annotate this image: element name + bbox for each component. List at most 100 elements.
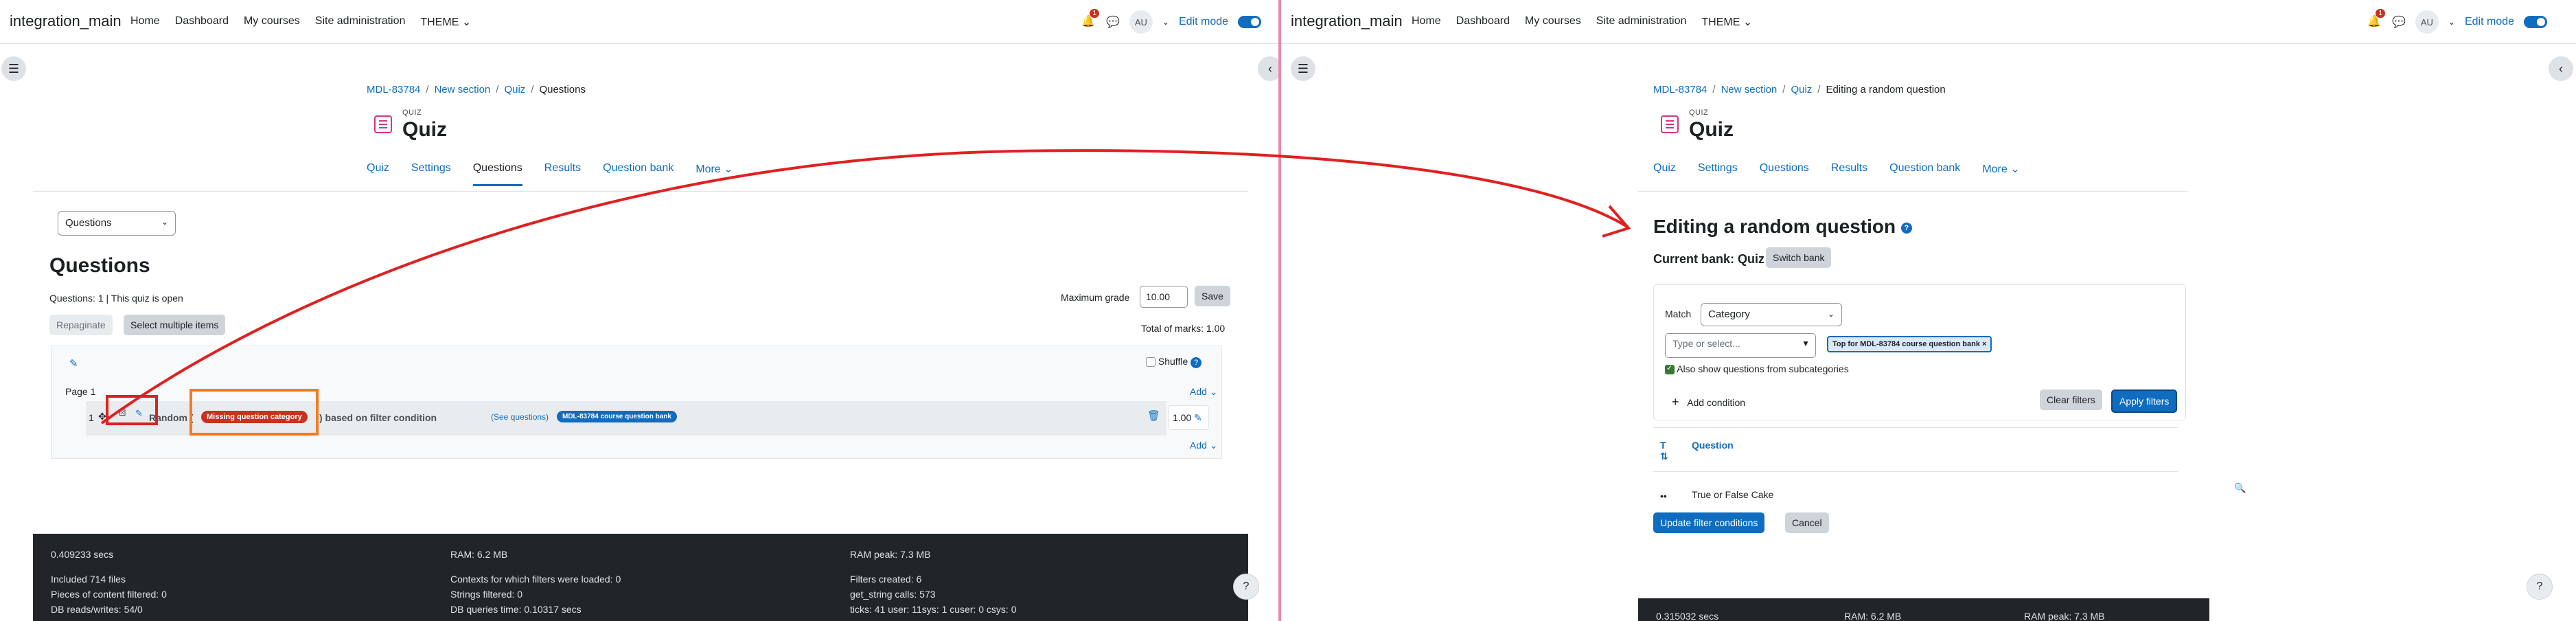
message-icon[interactable]: 💬: [1106, 15, 1120, 29]
activity-kicker: QUIZ: [402, 109, 422, 117]
see-questions-link[interactable]: (See questions): [491, 412, 549, 422]
bell-icon[interactable]: 🔔 1: [1081, 9, 1099, 30]
cancel-button[interactable]: Cancel: [1785, 512, 1829, 533]
question-bank-badge: MDL-83784 course question bank: [557, 411, 677, 422]
open-block-drawer-button[interactable]: ‹: [2549, 56, 2573, 81]
nav-theme[interactable]: THEME ⌄: [1701, 15, 1752, 29]
tab-questions[interactable]: Questions: [472, 162, 522, 186]
match-select[interactable]: Category ⌄: [1701, 303, 1842, 326]
avatar[interactable]: AU: [1129, 10, 1153, 34]
chevron-down-icon[interactable]: ⌄: [2448, 17, 2455, 27]
nav-site-admin[interactable]: Site administration: [1596, 15, 1687, 29]
footer-ram: RAM: 6.2 MB: [450, 549, 508, 560]
edit-mode-toggle[interactable]: [1238, 16, 1262, 28]
category-chip[interactable]: Top for MDL-83784 course question bank ×: [1827, 336, 1992, 352]
update-filter-button[interactable]: Update filter conditions: [1653, 512, 1765, 533]
tab-questions[interactable]: Questions: [1760, 162, 1809, 185]
question-column-header[interactable]: Question: [1692, 440, 1734, 451]
tab-quiz[interactable]: Quiz: [1653, 162, 1676, 185]
nav-home[interactable]: Home: [130, 15, 160, 29]
table-header-rule: [1653, 471, 2178, 472]
breadcrumb-course[interactable]: MDL-83784: [1653, 84, 1707, 95]
question-name: True or False Cake: [1692, 489, 1774, 500]
nav-home[interactable]: Home: [1412, 15, 1441, 29]
breadcrumb-course[interactable]: MDL-83784: [367, 84, 420, 95]
help-button[interactable]: ?: [1233, 574, 1259, 600]
tab-settings[interactable]: Settings: [1698, 162, 1738, 185]
quiz-icon: [1661, 115, 1679, 133]
subcategories-option[interactable]: Also show questions from subcategories: [1665, 363, 1849, 375]
breadcrumb: MDL-83784/ New section / Quiz / Questions: [367, 84, 586, 95]
edit-mode-label: Edit mode: [2464, 16, 2515, 27]
close-icon: ×: [1982, 340, 1987, 348]
footer-ram: RAM: 6.2 MB: [1844, 611, 1902, 621]
select-multiple-button[interactable]: Select multiple items: [124, 315, 226, 335]
tab-quiz[interactable]: Quiz: [367, 162, 389, 186]
left-screenshot: integration_main Home Dashboard My cours…: [0, 0, 1278, 621]
total-marks: Total of marks: 1.00: [1141, 323, 1226, 334]
footer-ticks: ticks: 41 user: 11sys: 1 cuser: 0 csys: …: [850, 604, 1017, 615]
top-navbar: integration_main Home Dashboard My cours…: [1281, 0, 2576, 44]
tab-settings[interactable]: Settings: [411, 162, 451, 186]
right-screenshot: integration_main Home Dashboard My cours…: [1281, 0, 2576, 621]
move-icon[interactable]: ✥: [98, 411, 106, 422]
nav-dashboard[interactable]: Dashboard: [1456, 15, 1510, 29]
save-button[interactable]: Save: [1195, 286, 1230, 306]
site-brand[interactable]: integration_main: [10, 12, 122, 30]
preview-search-icon[interactable]: 🔍: [2234, 482, 2246, 494]
chevron-down-icon[interactable]: ⌄: [1162, 17, 1169, 27]
question-mark[interactable]: 1.00 ✎: [1168, 405, 1209, 430]
true-false-icon: ••: [1660, 490, 1667, 501]
tab-question-bank[interactable]: Question bank: [1889, 162, 1960, 185]
view-select[interactable]: Questions ⌄: [58, 211, 176, 236]
repaginate-button[interactable]: Repaginate: [49, 315, 113, 335]
category-autocomplete-input[interactable]: Type or select... ▼: [1665, 333, 1816, 358]
apply-filters-button[interactable]: Apply filters: [2111, 389, 2178, 413]
breadcrumb-section[interactable]: New section: [435, 84, 491, 95]
nav-my-courses[interactable]: My courses: [1525, 15, 1581, 29]
add-menu-bottom[interactable]: Add ⌄: [1190, 440, 1218, 451]
plus-icon: +: [1672, 395, 1679, 409]
breadcrumb-quiz[interactable]: Quiz: [1791, 84, 1812, 95]
delete-icon[interactable]: 🗑: [1147, 409, 1160, 422]
nav-my-courses[interactable]: My courses: [244, 15, 300, 29]
add-condition-button[interactable]: + Add condition: [1672, 395, 1745, 409]
message-icon[interactable]: 💬: [2392, 15, 2406, 29]
footer-strings: Strings filtered: 0: [450, 589, 523, 600]
edit-mode-label: Edit mode: [1178, 16, 1229, 27]
nav-theme[interactable]: THEME ⌄: [420, 15, 471, 29]
current-bank-label: Current bank: Quiz: [1653, 252, 1765, 266]
tab-results[interactable]: Results: [1831, 162, 1867, 185]
max-grade-input[interactable]: 10.00: [1140, 286, 1188, 308]
tab-more[interactable]: More ⌄: [695, 162, 733, 186]
edit-pencil-icon[interactable]: ✎: [69, 357, 78, 370]
clear-filters-button[interactable]: Clear filters: [2040, 389, 2102, 410]
avatar[interactable]: AU: [2415, 10, 2439, 34]
add-menu-top[interactable]: Add ⌄: [1190, 386, 1218, 398]
help-icon[interactable]: ?: [1900, 222, 1912, 234]
nav-dashboard[interactable]: Dashboard: [175, 15, 229, 29]
shuffle-control[interactable]: Shuffle ?: [1146, 356, 1202, 368]
secondary-nav: Quiz Settings Questions Results Question…: [367, 162, 733, 186]
nav-site-admin[interactable]: Site administration: [315, 15, 406, 29]
type-column-header[interactable]: T ⇅: [1660, 440, 1668, 462]
open-course-index-button[interactable]: ☰: [1, 56, 26, 81]
breadcrumb-section[interactable]: New section: [1721, 84, 1778, 95]
breadcrumb-quiz[interactable]: Quiz: [504, 84, 525, 95]
tab-results[interactable]: Results: [544, 162, 581, 186]
bell-icon[interactable]: 🔔 1: [2367, 9, 2385, 30]
help-button[interactable]: ?: [2527, 574, 2553, 600]
table-top-rule: [1653, 427, 2178, 428]
tab-question-bank[interactable]: Question bank: [603, 162, 674, 186]
page-label: Page 1: [65, 386, 96, 397]
primary-nav: Home Dashboard My courses Site administr…: [1412, 15, 1752, 29]
edit-mode-toggle[interactable]: [2524, 16, 2548, 28]
switch-bank-button[interactable]: Switch bank: [1766, 247, 1832, 268]
tab-more[interactable]: More ⌄: [1982, 162, 2019, 185]
open-course-index-button[interactable]: ☰: [1291, 56, 1315, 81]
match-label: Match: [1665, 308, 1692, 319]
help-icon: ?: [1191, 357, 1202, 368]
open-block-drawer-button[interactable]: ‹: [1258, 56, 1278, 81]
site-brand[interactable]: integration_main: [1291, 12, 1403, 30]
debug-footer: 0.409233 secs Included 714 files Pieces …: [33, 534, 1248, 621]
